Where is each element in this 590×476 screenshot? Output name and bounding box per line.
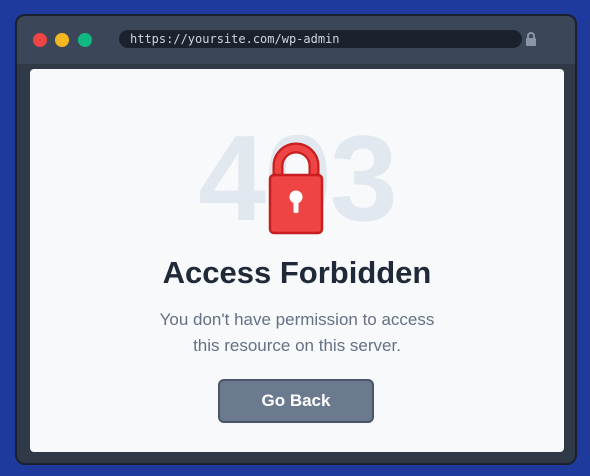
browser-titlebar: https://yoursite.com/wp-admin (17, 16, 575, 64)
go-back-button[interactable]: Go Back (218, 379, 374, 423)
minimize-window-button[interactable] (55, 33, 69, 47)
page-title: Access Forbidden (162, 255, 432, 290)
error-message: You don't have permission to access this… (159, 310, 435, 355)
error-page: 403 Access Forbidden You don't have perm… (30, 69, 564, 452)
secure-lock-icon (526, 32, 536, 46)
browser-window: https://yoursite.com/wp-admin 403 Access… (15, 14, 577, 465)
padlock-icon (268, 142, 324, 235)
address-bar[interactable]: https://yoursite.com/wp-admin (119, 30, 522, 48)
close-window-button[interactable] (33, 33, 47, 47)
zoom-window-button[interactable] (78, 33, 92, 47)
